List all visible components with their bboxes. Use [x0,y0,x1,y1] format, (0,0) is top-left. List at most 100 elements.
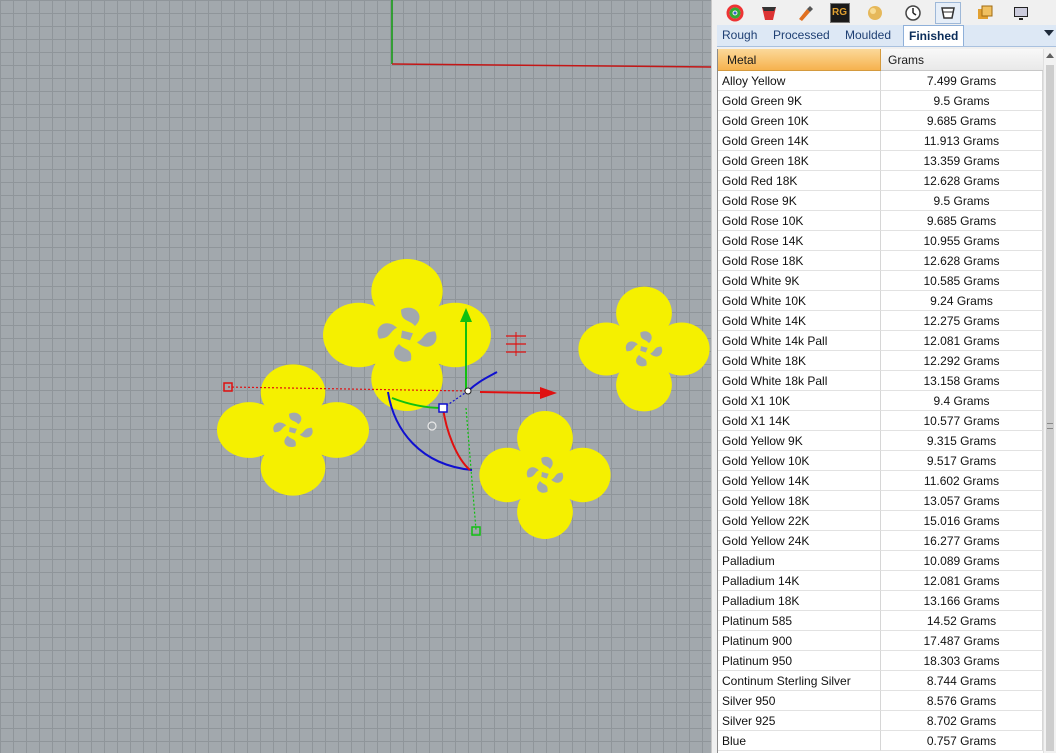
metal-name-cell: Gold White 14K [718,311,881,331]
grams-value-cell: 10.089 Grams [881,551,1043,571]
table-row[interactable]: Gold Yellow 18K 13.057 Grams [718,491,1043,511]
sphere-icon[interactable] [865,3,885,23]
metal-name-cell: Gold Yellow 10K [718,451,881,471]
table-row[interactable]: Gold Yellow 24K 16.277 Grams [718,531,1043,551]
table-row[interactable]: Gold White 9K 10.585 Grams [718,271,1043,291]
tab-finished[interactable]: Finished [903,25,965,46]
metal-name-cell: Gold Yellow 9K [718,431,881,451]
table-row[interactable]: Gold Green 14K 11.913 Grams [718,131,1043,151]
table-row[interactable]: Gold White 18k Pall 13.158 Grams [718,371,1043,391]
table-row[interactable]: Gold X1 14K 10.577 Grams [718,411,1043,431]
rg-label: RG [832,7,847,18]
table-row[interactable]: Gold Rose 9K 9.5 Grams [718,191,1043,211]
grams-value-cell: 7.499 Grams [881,71,1043,91]
table-row[interactable]: Blue 0.757 Grams [718,731,1043,751]
tab-moulded[interactable]: Moulded [840,25,896,46]
metal-name-cell: Gold Yellow 18K [718,491,881,511]
metal-name-cell: Alloy Yellow [718,71,881,91]
grams-value-cell: 12.275 Grams [881,311,1043,331]
table-row[interactable]: Gold Yellow 9K 9.315 Grams [718,431,1043,451]
table-row[interactable]: Continum Sterling Silver 8.744 Grams [718,671,1043,691]
clock-icon[interactable] [903,3,923,23]
table-row[interactable]: Palladium 18K 13.166 Grams [718,591,1043,611]
table-row[interactable]: Palladium 10.089 Grams [718,551,1043,571]
grams-value-cell: 14.52 Grams [881,611,1043,631]
layers-icon[interactable] [975,3,995,23]
grams-value-cell: 0.757 Grams [881,731,1043,751]
grams-value-cell: 9.685 Grams [881,111,1043,131]
grams-value-cell: 12.081 Grams [881,331,1043,351]
grams-value-cell: 12.081 Grams [881,571,1043,591]
scrollbar-thumb[interactable] [1046,65,1054,751]
scrollbar-grip-icon [1047,423,1053,429]
table-row[interactable]: Gold Yellow 22K 15.016 Grams [718,511,1043,531]
table-row[interactable]: Platinum 585 14.52 Grams [718,611,1043,631]
metal-name-cell: Gold White 18k Pall [718,371,881,391]
metal-name-cell: Gold Rose 9K [718,191,881,211]
grams-value-cell: 11.602 Grams [881,471,1043,491]
yellow-flower-object-3 [479,411,611,539]
metal-name-cell: Blue [718,731,881,751]
table-row[interactable]: Gold Red 18K 12.628 Grams [718,171,1043,191]
yellow-flower-object-4 [578,286,710,412]
gem-setting-icon[interactable] [935,2,961,24]
grams-value-cell: 8.702 Grams [881,711,1043,731]
material-icon[interactable] [759,3,779,23]
chevron-down-icon[interactable] [1044,30,1054,36]
table-row[interactable]: Platinum 950 18.303 Grams [718,651,1043,671]
table-row[interactable]: Gold Rose 10K 9.685 Grams [718,211,1043,231]
scroll-up-arrow-icon[interactable] [1046,53,1054,58]
color-wheel-icon[interactable] [725,3,745,23]
table-row[interactable]: Gold White 10K 9.24 Grams [718,291,1043,311]
vertical-scrollbar[interactable] [1043,49,1056,753]
metal-name-cell: Platinum 585 [718,611,881,631]
grams-value-cell: 18.303 Grams [881,651,1043,671]
metal-name-cell: Gold Yellow 22K [718,511,881,531]
metal-name-cell: Continum Sterling Silver [718,671,881,691]
grams-value-cell: 12.628 Grams [881,251,1043,271]
metal-name-cell: Platinum 900 [718,631,881,651]
grams-value-cell: 10.955 Grams [881,231,1043,251]
metal-name-cell: Palladium 18K [718,591,881,611]
table-row[interactable]: Gold White 18K 12.292 Grams [718,351,1043,371]
grams-value-cell: 17.487 Grams [881,631,1043,651]
table-row[interactable]: Alloy Yellow 7.499 Grams [718,71,1043,91]
metal-name-cell: Silver 925 [718,711,881,731]
table-row[interactable]: Gold Rose 14K 10.955 Grams [718,231,1043,251]
table-row[interactable]: Gold Yellow 14K 11.602 Grams [718,471,1043,491]
table-row[interactable]: Silver 950 8.576 Grams [718,691,1043,711]
tab-processed[interactable]: Processed [768,25,835,46]
table-row[interactable]: Gold Yellow 10K 9.517 Grams [718,451,1043,471]
grams-value-cell: 9.4 Grams [881,391,1043,411]
grams-value-cell: 11.913 Grams [881,131,1043,151]
display-icon[interactable] [1011,3,1031,23]
table-row[interactable]: Gold Rose 18K 12.628 Grams [718,251,1043,271]
table-row[interactable]: Gold Green 10K 9.685 Grams [718,111,1043,131]
brush-icon[interactable] [795,3,815,23]
table-row[interactable]: Gold White 14K 12.275 Grams [718,311,1043,331]
metal-name-cell: Gold Green 9K [718,91,881,111]
3d-viewport[interactable] [0,0,711,753]
table-row[interactable]: Gold X1 10K 9.4 Grams [718,391,1043,411]
metal-name-cell: Gold X1 14K [718,411,881,431]
metal-name-cell: Gold Rose 18K [718,251,881,271]
table-row[interactable]: Palladium 14K 12.081 Grams [718,571,1043,591]
table-row[interactable]: Silver 925 8.702 Grams [718,711,1043,731]
table-row[interactable]: Gold Green 9K 9.5 Grams [718,91,1043,111]
grams-value-cell: 9.5 Grams [881,91,1043,111]
grams-value-cell: 13.158 Grams [881,371,1043,391]
grams-value-cell: 10.577 Grams [881,411,1043,431]
grams-value-cell: 12.628 Grams [881,171,1043,191]
metal-name-cell: Gold X1 10K [718,391,881,411]
metal-name-cell: Gold White 14k Pall [718,331,881,351]
viewport-scene [217,0,711,539]
column-header-metal[interactable]: Metal [718,49,881,71]
metal-name-cell: Gold Red 18K [718,171,881,191]
metal-name-cell: Gold Rose 10K [718,211,881,231]
table-row[interactable]: Gold Green 18K 13.359 Grams [718,151,1043,171]
table-row[interactable]: Gold White 14k Pall 12.081 Grams [718,331,1043,351]
tab-rough[interactable]: Rough [717,25,762,46]
table-row[interactable]: Platinum 900 17.487 Grams [718,631,1043,651]
rg-icon[interactable]: RG [830,3,850,23]
column-header-grams[interactable]: Grams [881,49,1043,71]
